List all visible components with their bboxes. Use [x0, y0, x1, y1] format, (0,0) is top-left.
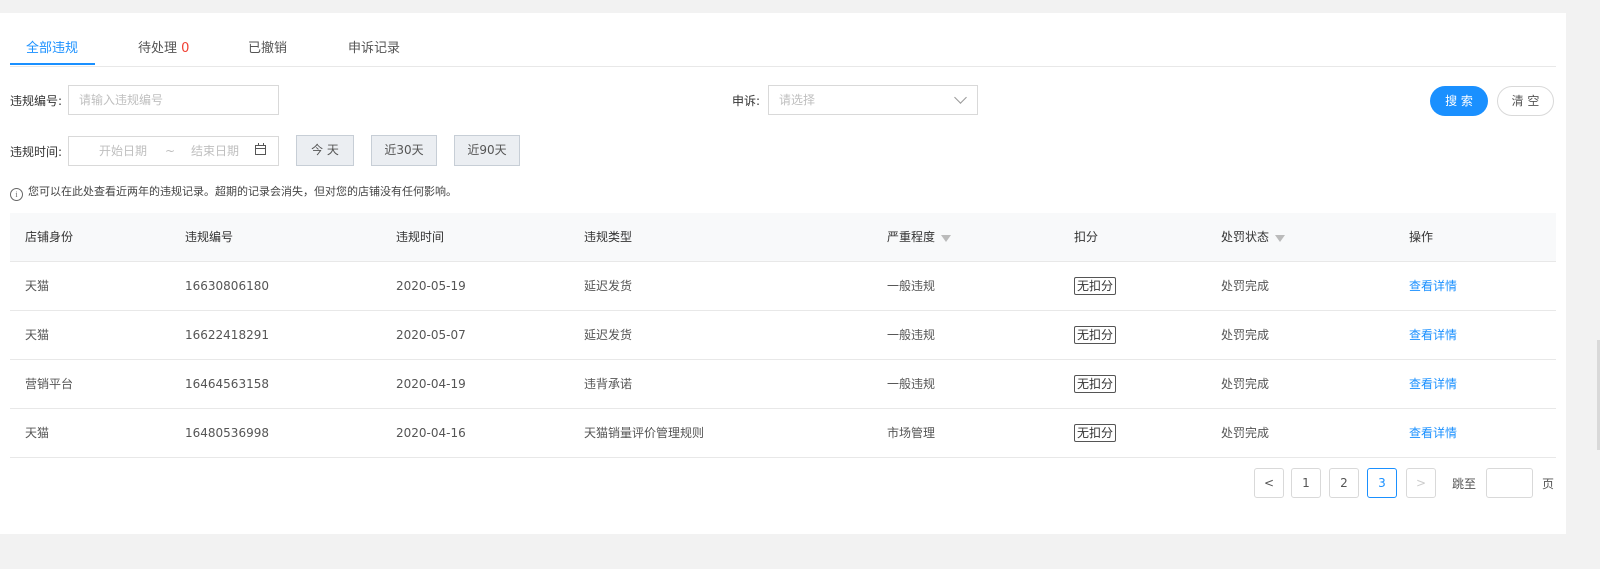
cell-severity: 市场管理	[887, 426, 936, 440]
appeal-select[interactable]: 请选择	[768, 85, 978, 115]
tab-pending[interactable]: 待处理 0	[138, 37, 189, 56]
table-row: 天猫 16480536998 2020-04-16 天猫销量评价管理规则 市场管…	[10, 409, 1556, 458]
cell-identity: 营销平台	[25, 377, 74, 391]
violation-panel: 全部违规 待处理 0 已撤销 申诉记录 违规编号: 请输入违规编号 申诉: 请选…	[0, 13, 1566, 534]
cell-severity: 一般违规	[887, 377, 936, 391]
table-row: 天猫 16630806180 2020-05-19 延迟发货 一般违规 无扣分 …	[10, 262, 1556, 311]
active-tab-indicator	[10, 63, 95, 65]
appeal-select-value: 请选择	[779, 93, 816, 107]
view-details-link[interactable]: 查看详情	[1409, 360, 1457, 408]
col-header-action: 操作	[1409, 230, 1434, 244]
violation-table: 店铺身份 违规编号 违规时间 违规类型 严重程度 扣分 处罚状态 操作 天猫 1…	[10, 213, 1556, 458]
view-details-link[interactable]: 查看详情	[1409, 409, 1457, 457]
cell-violation-type: 违背承诺	[584, 377, 633, 391]
cell-severity: 一般违规	[887, 279, 936, 293]
chevron-down-icon	[954, 91, 967, 104]
cell-violation-type: 天猫销量评价管理规则	[584, 426, 705, 440]
tab-appeal-records[interactable]: 申诉记录	[348, 37, 400, 56]
violation-no-input[interactable]: 请输入违规编号	[68, 85, 279, 115]
tab-label: 申诉记录	[348, 41, 401, 56]
cell-violation-time: 2020-04-19	[396, 377, 466, 391]
col-header-violation-type: 违规类型	[584, 230, 633, 244]
cell-severity: 一般违规	[887, 328, 936, 342]
violation-no-label: 违规编号:	[10, 94, 63, 108]
tab-label: 全部违规	[26, 41, 79, 56]
cell-identity: 天猫	[25, 328, 50, 342]
pending-count-badge: 0	[181, 41, 190, 56]
page-2-button[interactable]: 2	[1329, 468, 1359, 498]
page-1-button[interactable]: 1	[1291, 468, 1321, 498]
points-tag: 无扣分	[1074, 375, 1117, 393]
cell-identity: 天猫	[25, 279, 50, 293]
cell-violation-no: 16464563158	[185, 377, 269, 391]
cell-status: 处罚完成	[1221, 426, 1270, 440]
filter-icon[interactable]	[1275, 235, 1286, 242]
last-90-days-button[interactable]: 近90天	[454, 135, 520, 166]
cell-violation-type: 延迟发货	[584, 279, 633, 293]
tab-label: 待处理	[138, 41, 178, 56]
end-date-input[interactable]: 结束日期	[191, 137, 239, 165]
cell-points: 无扣分	[1074, 311, 1117, 359]
range-separator: ~	[165, 144, 176, 158]
page-3-button[interactable]: 3	[1367, 468, 1397, 498]
notice-text: 您可以在此处查看近两年的违规记录。超期的记录会消失，但对您的店铺没有任何影响。	[28, 185, 457, 198]
col-header-label: 处罚状态	[1221, 230, 1270, 244]
last-30-days-button[interactable]: 近30天	[371, 135, 437, 166]
jump-to-label: 跳至	[1452, 477, 1477, 491]
cell-points: 无扣分	[1074, 262, 1117, 310]
cell-status: 处罚完成	[1221, 328, 1270, 342]
table-row: 营销平台 16464563158 2020-04-19 违背承诺 一般违规 无扣…	[10, 360, 1556, 409]
cell-status: 处罚完成	[1221, 279, 1270, 293]
clear-button[interactable]: 清 空	[1497, 86, 1554, 116]
cell-violation-no: 16480536998	[185, 426, 269, 440]
cell-violation-time: 2020-05-19	[396, 279, 466, 293]
filter-icon[interactable]	[941, 235, 952, 242]
col-header-severity[interactable]: 严重程度	[887, 213, 952, 261]
col-header-status[interactable]: 处罚状态	[1221, 213, 1286, 261]
col-header-points: 扣分	[1074, 230, 1099, 244]
tab-all-violations[interactable]: 全部违规	[26, 37, 78, 56]
cell-violation-no: 16622418291	[185, 328, 269, 342]
info-icon: i	[10, 188, 23, 201]
col-header-identity: 店铺身份	[25, 230, 74, 244]
table-row: 天猫 16622418291 2020-05-07 延迟发货 一般违规 无扣分 …	[10, 311, 1556, 360]
col-header-violation-time: 违规时间	[396, 230, 445, 244]
tab-bar: 全部违规 待处理 0 已撤销 申诉记录	[10, 13, 1556, 67]
cell-violation-no: 16630806180	[185, 279, 269, 293]
tab-revoked[interactable]: 已撤销	[248, 37, 287, 56]
violation-time-label: 违规时间:	[10, 145, 63, 159]
appeal-label: 申诉:	[732, 94, 761, 108]
view-details-link[interactable]: 查看详情	[1409, 311, 1457, 359]
points-tag: 无扣分	[1074, 277, 1117, 295]
cell-identity: 天猫	[25, 426, 50, 440]
next-page-button[interactable]: >	[1406, 468, 1436, 498]
search-button[interactable]: 搜 索	[1430, 86, 1488, 116]
cell-status: 处罚完成	[1221, 377, 1270, 391]
cell-points: 无扣分	[1074, 360, 1117, 408]
page-suffix-label: 页	[1542, 477, 1555, 491]
cell-violation-time: 2020-05-07	[396, 328, 466, 342]
prev-page-button[interactable]: <	[1254, 468, 1284, 498]
history-notice: i 您可以在此处查看近两年的违规记录。超期的记录会消失，但对您的店铺没有任何影响。	[10, 183, 457, 201]
cell-points: 无扣分	[1074, 409, 1117, 457]
points-tag: 无扣分	[1074, 424, 1117, 442]
start-date-input[interactable]: 开始日期	[99, 137, 147, 165]
col-header-violation-no: 违规编号	[185, 230, 234, 244]
cell-violation-time: 2020-04-16	[396, 426, 466, 440]
jump-page-input[interactable]	[1486, 468, 1533, 498]
today-button[interactable]: 今 天	[296, 135, 354, 166]
date-range-picker[interactable]: 开始日期 ~ 结束日期	[68, 136, 279, 166]
tab-label: 已撤销	[248, 41, 288, 56]
cell-violation-type: 延迟发货	[584, 328, 633, 342]
col-header-label: 严重程度	[887, 230, 936, 244]
table-header: 店铺身份 违规编号 违规时间 违规类型 严重程度 扣分 处罚状态 操作	[10, 213, 1556, 262]
view-details-link[interactable]: 查看详情	[1409, 262, 1457, 310]
points-tag: 无扣分	[1074, 326, 1117, 344]
calendar-icon[interactable]	[255, 143, 266, 155]
